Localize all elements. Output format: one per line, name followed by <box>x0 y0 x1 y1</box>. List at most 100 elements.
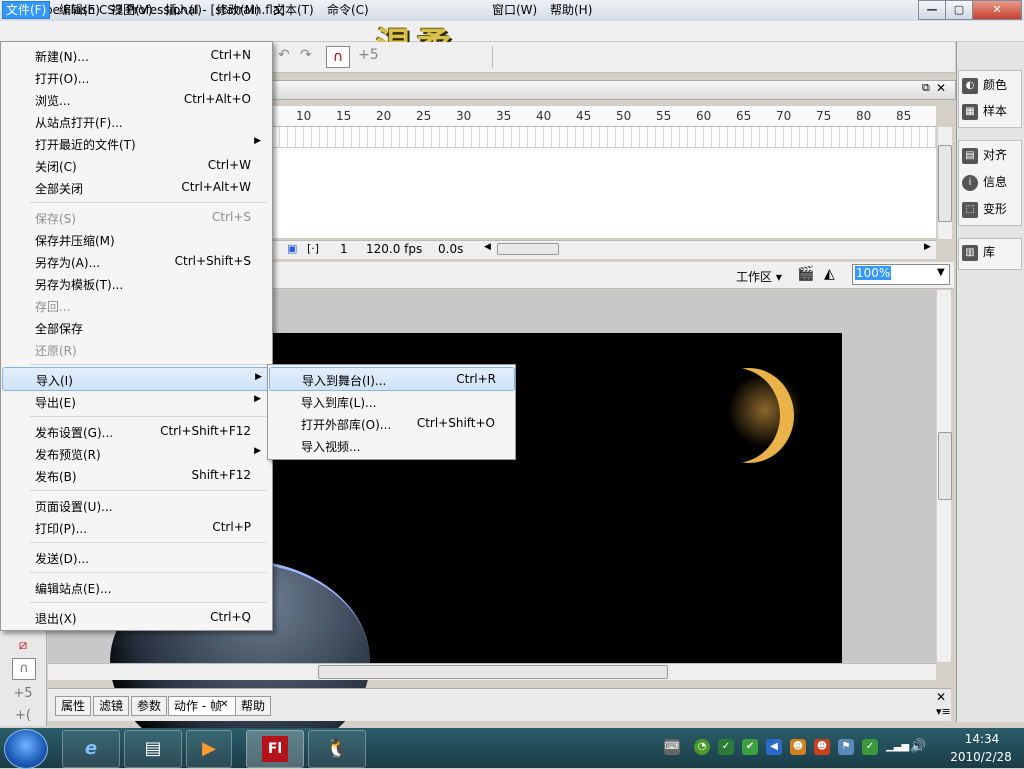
snap-magnet-button[interactable]: ∩ <box>326 46 350 68</box>
menu-publish-settings[interactable]: 发布设置(G)... Ctrl+Shift+F12 <box>2 420 267 442</box>
clock-time[interactable]: 14:34 <box>952 732 1012 746</box>
flash-taskbar-button[interactable]: Fl <box>246 730 304 768</box>
panel-options-icon[interactable]: ▾≡ <box>936 705 951 718</box>
timeline-frames[interactable] <box>272 127 936 148</box>
menu-revert[interactable]: 还原(R) <box>2 338 267 360</box>
zoom-value[interactable]: 100% <box>855 266 892 280</box>
tab-properties[interactable]: 属性 <box>55 696 92 716</box>
bottom-panel-close-icon[interactable]: ✕ <box>936 690 946 704</box>
chevron-down-icon[interactable]: ▼ <box>937 267 945 278</box>
menu-new[interactable]: 新建(N)... Ctrl+N <box>2 44 267 66</box>
menu-import-video[interactable]: 导入视频... <box>269 434 513 456</box>
scroll-left-icon[interactable]: ◀ <box>484 242 491 252</box>
panel-transform[interactable]: ⬚ 变形 <box>962 200 1007 220</box>
menu-import-to-library[interactable]: 导入到库(L)... <box>269 390 513 412</box>
security-icon[interactable]: ✔ <box>742 739 758 755</box>
panel-library[interactable]: ▥ 库 <box>962 243 995 263</box>
edit-markers-icon[interactable]: [·] <box>307 242 319 255</box>
flag-icon[interactable]: ⚑ <box>838 739 854 755</box>
menu-publish-preview[interactable]: 发布预览(R) ▶ <box>2 442 267 464</box>
menu-page-setup[interactable]: 页面设置(U)... <box>2 494 267 516</box>
menu-check-in[interactable]: 存回... <box>2 294 267 316</box>
qq-tray-icon[interactable]: ☻ <box>790 739 806 755</box>
timeline-ruler[interactable]: 10 15 20 25 30 35 40 45 50 55 60 65 70 7… <box>272 106 936 127</box>
ruler-tick: 80 <box>856 109 872 123</box>
panel-color[interactable]: ◐ 颜色 <box>962 76 1007 96</box>
redo-icon[interactable]: ↷ <box>300 47 312 63</box>
menu-help[interactable]: 帮助(H) <box>547 2 595 18</box>
menu-send[interactable]: 发送(D)... <box>2 546 267 568</box>
menu-save[interactable]: 保存(S) Ctrl+S <box>2 206 267 228</box>
clock-date[interactable]: 2010/2/28 <box>948 750 1014 764</box>
menu-import-to-stage[interactable]: 导入到舞台(I)... Ctrl+R <box>269 367 515 391</box>
menu-exit[interactable]: 退出(X) Ctrl+Q <box>2 606 267 628</box>
menu-window[interactable]: 窗口(W) <box>489 2 540 18</box>
media-player-icon[interactable]: ▶ <box>186 730 232 768</box>
explorer-icon[interactable]: ▤ <box>124 730 182 768</box>
shield-icon[interactable]: ✓ <box>718 739 734 755</box>
menu-close[interactable]: 关闭(C) Ctrl+W <box>2 154 267 176</box>
menu-modify[interactable]: 修改(M) <box>213 2 263 18</box>
menu-view[interactable]: 视图(V) <box>108 2 156 18</box>
menu-save-compact[interactable]: 保存并压缩(M) <box>2 228 267 250</box>
qq-icon[interactable]: 🐧 <box>308 730 366 768</box>
panel-swatches[interactable]: ▦ 样本 <box>962 102 1007 122</box>
tab-close-icon[interactable]: ✕ <box>220 699 228 710</box>
start-button[interactable] <box>4 729 48 769</box>
menu-save-as[interactable]: 另存为(A)... Ctrl+Shift+S <box>2 250 267 272</box>
onion-skin-icon[interactable]: ▣ <box>287 242 297 255</box>
timeline-scroll-thumb[interactable] <box>938 145 952 222</box>
menu-text[interactable]: 文本(T) <box>270 2 317 18</box>
menu-open-recent[interactable]: 打开最近的文件(T) ▶ <box>2 132 267 154</box>
menu-open-external-library[interactable]: 打开外部库(O)... Ctrl+Shift+O <box>269 412 513 434</box>
tab-parameters[interactable]: 参数 <box>131 696 168 716</box>
edit-scene-icon[interactable]: 🎬 <box>797 266 814 282</box>
menu-open-from-site[interactable]: 从站点打开(F)... <box>2 110 267 132</box>
menu-publish[interactable]: 发布(B) Shift+F12 <box>2 464 267 486</box>
menu-import[interactable]: 导入(I) ▶ <box>2 367 269 391</box>
stage-vscroll-thumb[interactable] <box>938 432 952 500</box>
menu-close-all[interactable]: 全部关闭 Ctrl+Alt+W <box>2 176 267 198</box>
qq-tray-icon-2[interactable]: ☻ <box>814 739 830 755</box>
green-tray-icon[interactable]: ◔ <box>694 739 710 755</box>
volume-icon[interactable]: 🔊 <box>910 739 926 755</box>
restore-icon[interactable]: ⧉ <box>922 81 930 95</box>
menu-insert[interactable]: 插入(I) <box>162 2 205 18</box>
smooth-icon[interactable]: +5 <box>358 47 379 63</box>
minimize-button[interactable]: — <box>918 0 946 20</box>
menu-edit[interactable]: 编辑(E) <box>56 2 103 18</box>
timeline-layers-area[interactable] <box>272 148 936 238</box>
tab-filters[interactable]: 滤镜 <box>93 696 130 716</box>
menu-save-as-template[interactable]: 另存为模板(T)... <box>2 272 267 294</box>
timeline-hscroll-thumb[interactable] <box>497 243 559 255</box>
tab-help[interactable]: 帮助 <box>235 696 272 716</box>
scroll-right-icon[interactable]: ▶ <box>924 242 931 252</box>
close-button[interactable]: ✕ <box>972 0 1022 20</box>
panel-info[interactable]: i 信息 <box>962 173 1007 193</box>
no-color-icon[interactable]: ⧄ <box>12 636 34 656</box>
menu-browse[interactable]: 浏览... Ctrl+Alt+O <box>2 88 267 110</box>
menu-commands[interactable]: 命令(C) <box>324 2 372 18</box>
smooth-tool-icon[interactable]: +5 <box>12 684 34 704</box>
menu-file[interactable]: 文件(F) <box>2 1 51 19</box>
menu-open[interactable]: 打开(O)... Ctrl+O <box>2 66 267 88</box>
workspace-button[interactable]: 工作区 ▾ <box>736 268 782 285</box>
menu-export[interactable]: 导出(E) ▶ <box>2 390 267 412</box>
menu-edit-sites[interactable]: 编辑站点(E)... <box>2 576 267 598</box>
signal-icon[interactable]: ▁▃▅ <box>886 739 909 755</box>
menu-save-all[interactable]: 全部保存 <box>2 316 267 338</box>
stage-hscroll-thumb[interactable] <box>318 665 668 679</box>
menu-print[interactable]: 打印(P)... Ctrl+P <box>2 516 267 538</box>
panel-align[interactable]: ▤ 对齐 <box>962 146 1007 166</box>
check-icon[interactable]: ✓ <box>862 739 878 755</box>
snap-icon[interactable]: ∩ <box>12 658 36 680</box>
edit-symbols-icon[interactable]: ◭ <box>824 266 835 282</box>
keyboard-icon[interactable]: ⌨ <box>664 739 680 755</box>
ie-icon[interactable]: e <box>62 730 120 768</box>
maximize-button[interactable]: ▢ <box>945 0 973 20</box>
straighten-tool-icon[interactable]: +( <box>12 706 34 726</box>
timeline-close-icon[interactable]: ✕ <box>936 81 946 95</box>
tab-actions-frame[interactable]: 动作 - 帧 <box>168 696 241 716</box>
network-tray-icon[interactable]: ◀ <box>766 739 782 755</box>
undo-icon[interactable]: ↶ <box>278 47 290 63</box>
